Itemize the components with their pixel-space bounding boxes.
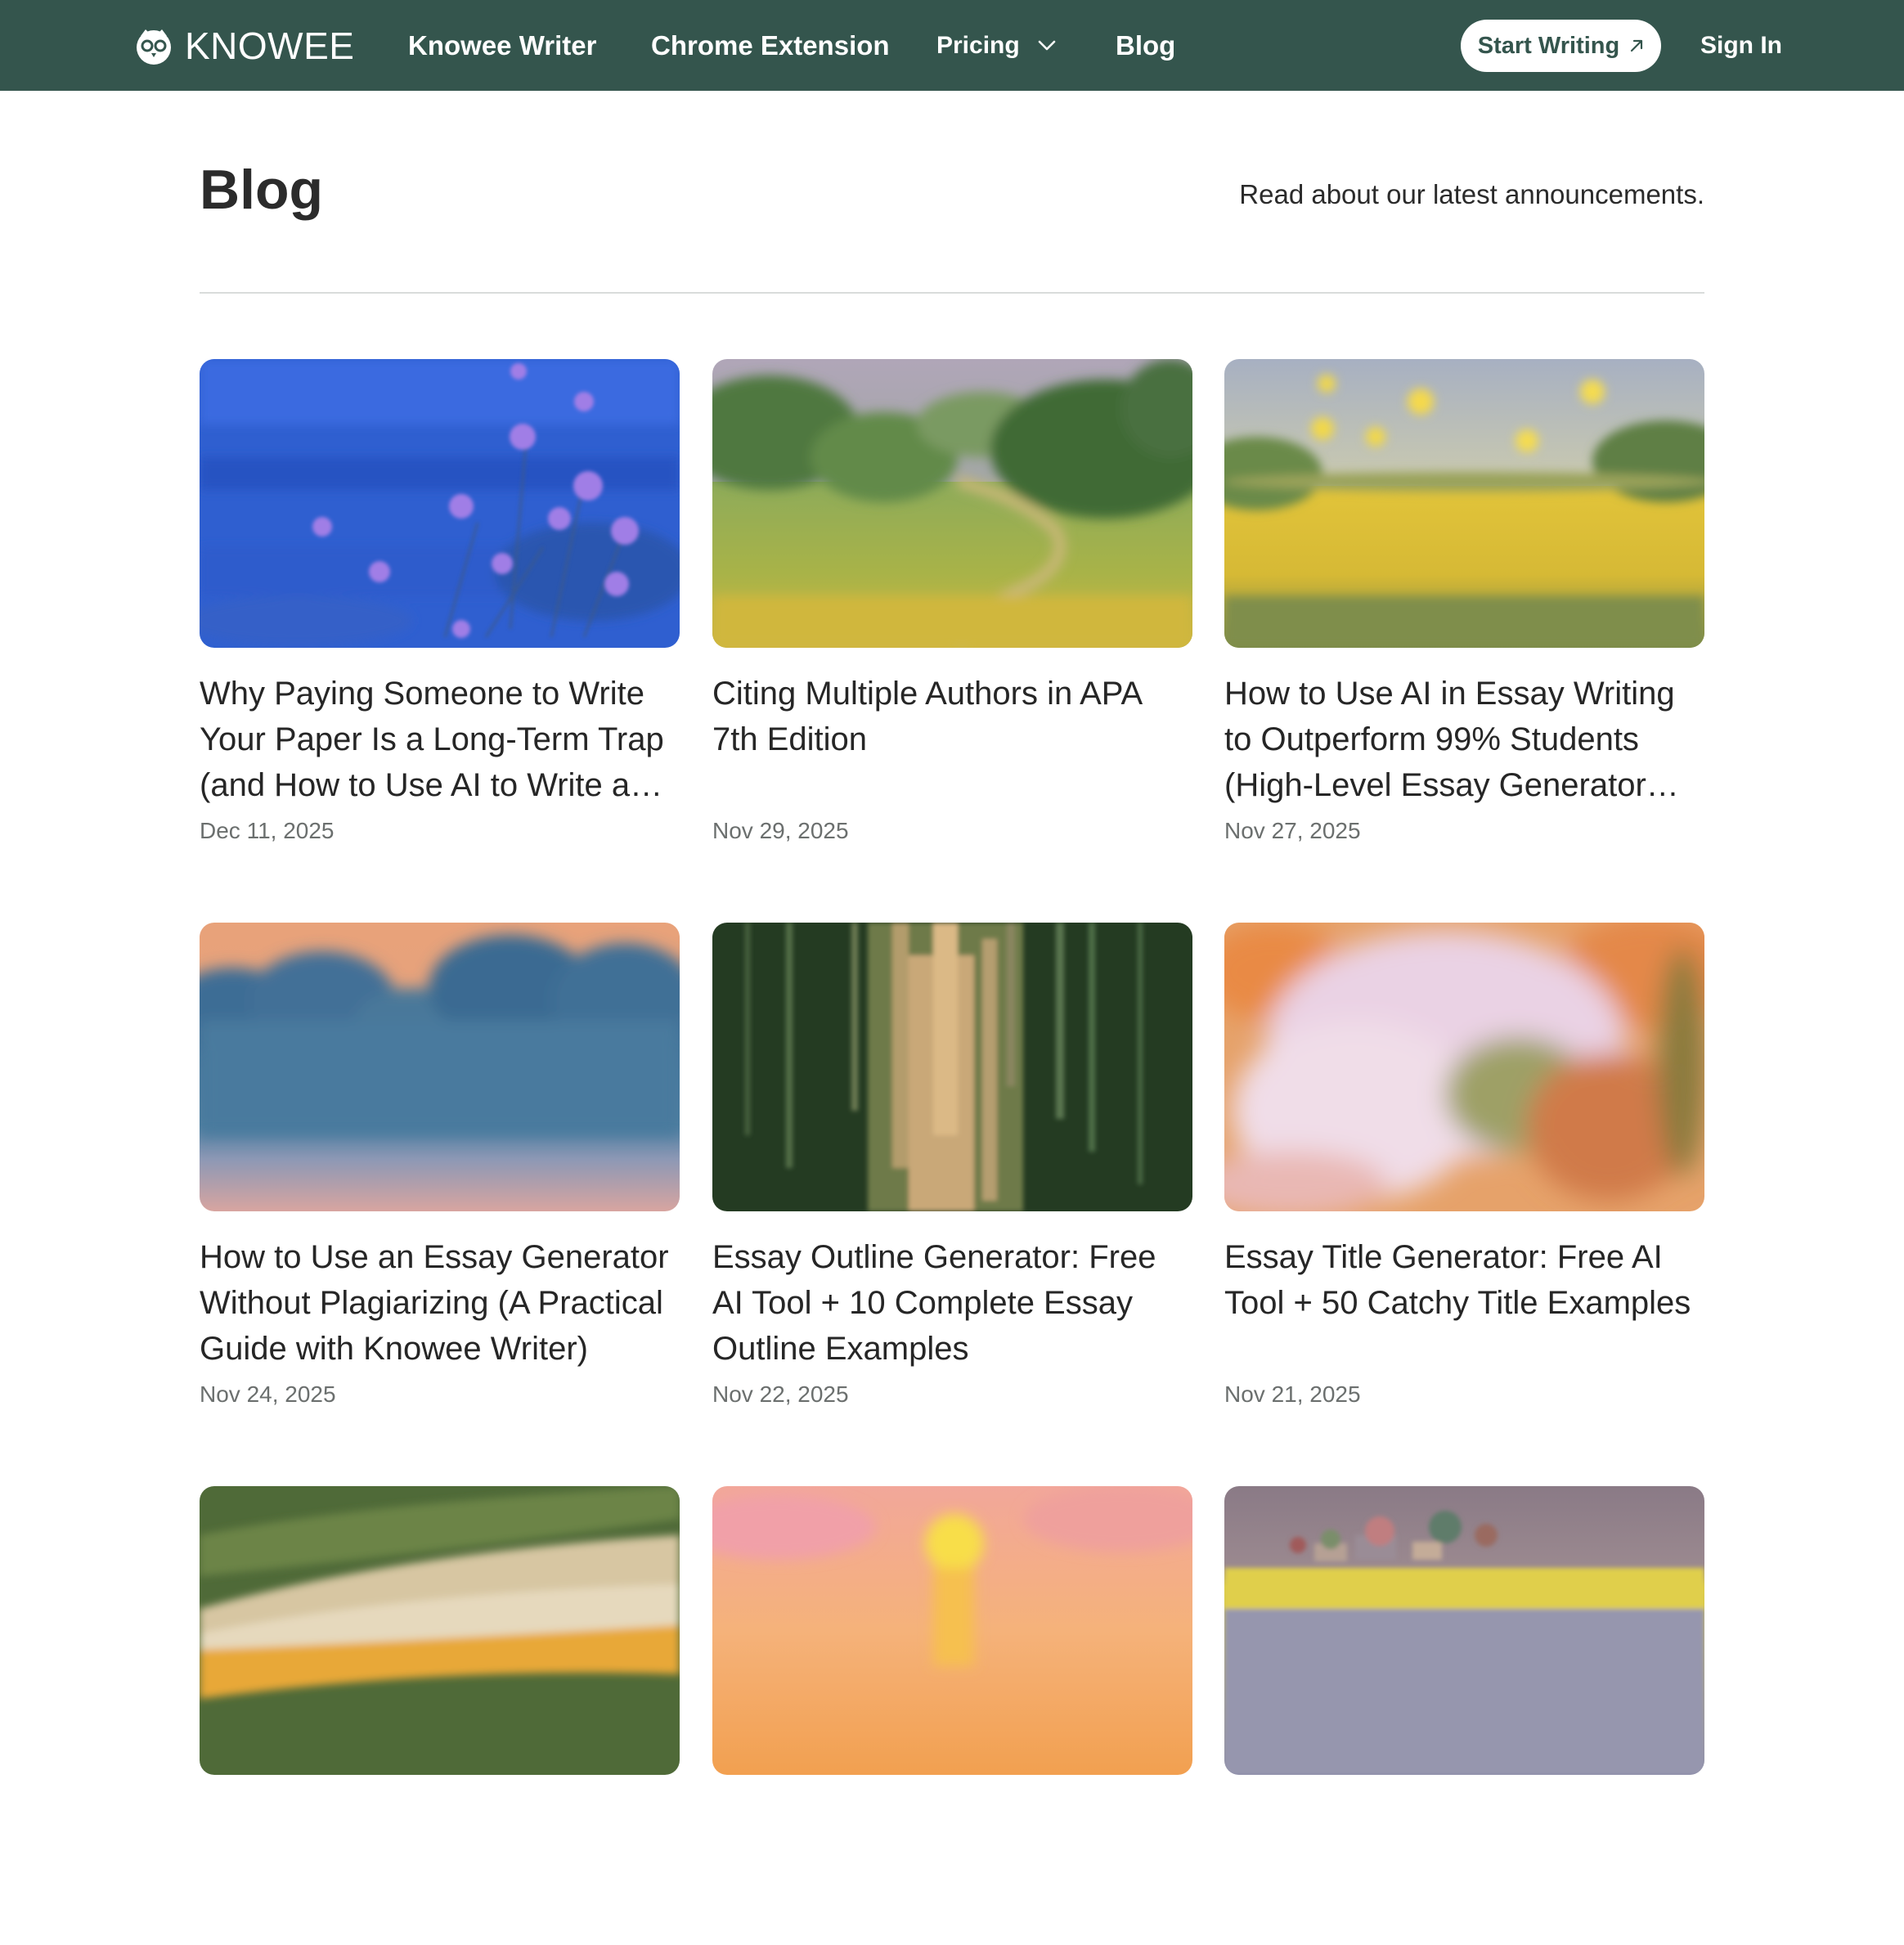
- blog-card[interactable]: Why Paying Someone to Write Your Paper I…: [200, 359, 680, 844]
- nav-chrome-extension[interactable]: Chrome Extension: [651, 0, 890, 91]
- top-navigation-bar: KNOWEE Knowee Writer Chrome Extension Pr…: [0, 0, 1904, 91]
- blog-card[interactable]: [712, 1486, 1192, 1945]
- owl-logo-icon: [134, 26, 173, 65]
- start-writing-label: Start Writing: [1477, 32, 1620, 59]
- nav-label: Pricing: [936, 31, 1020, 59]
- page-title: Blog: [200, 159, 324, 221]
- post-thumbnail[interactable]: [712, 359, 1192, 648]
- post-title[interactable]: [1224, 1798, 1704, 1935]
- sign-in-link[interactable]: Sign In: [1700, 0, 1782, 91]
- post-thumbnail[interactable]: [200, 1486, 680, 1775]
- nav-label: Blog: [1116, 29, 1176, 61]
- brand-logo[interactable]: KNOWEE: [134, 0, 354, 91]
- post-thumbnail[interactable]: [1224, 1486, 1704, 1775]
- post-thumbnail[interactable]: [1224, 359, 1704, 648]
- post-title[interactable]: Why Paying Someone to Write Your Paper I…: [200, 671, 680, 808]
- post-date: Nov 21, 2025: [1224, 1381, 1361, 1407]
- nav-label: Chrome Extension: [651, 29, 890, 61]
- post-date: Nov 24, 2025: [200, 1381, 336, 1407]
- divider: [200, 292, 1704, 294]
- blog-card[interactable]: [200, 1486, 680, 1945]
- post-date: Dec 11, 2025: [200, 818, 335, 843]
- page-subtitle: Read about our latest announcements.: [1239, 179, 1704, 209]
- post-title[interactable]: How to Use an Essay Generator Without Pl…: [200, 1234, 680, 1372]
- post-thumbnail[interactable]: [200, 359, 680, 648]
- post-title[interactable]: How to Use AI in Essay Writing to Outper…: [1224, 671, 1704, 808]
- post-title[interactable]: Citing Multiple Authors in APA 7th Editi…: [712, 671, 1192, 808]
- post-thumbnail[interactable]: [712, 923, 1192, 1211]
- nav-pricing-dropdown[interactable]: Pricing: [936, 0, 1056, 91]
- post-title[interactable]: Essay Title Generator: Free AI Tool + 50…: [1224, 1234, 1704, 1372]
- blog-card[interactable]: How to Use AI in Essay Writing to Outper…: [1224, 359, 1704, 844]
- post-thumbnail[interactable]: [712, 1486, 1192, 1775]
- post-title[interactable]: [200, 1798, 680, 1935]
- post-title[interactable]: Essay Outline Generator: Free AI Tool + …: [712, 1234, 1192, 1372]
- arrow-up-right-icon: [1629, 33, 1644, 60]
- blog-card[interactable]: Citing Multiple Authors in APA 7th Editi…: [712, 359, 1192, 844]
- blog-card[interactable]: How to Use an Essay Generator Without Pl…: [200, 923, 680, 1408]
- nav-label: Knowee Writer: [408, 29, 597, 61]
- post-title[interactable]: [712, 1798, 1192, 1935]
- post-date: Nov 29, 2025: [712, 818, 849, 843]
- nav-knowee-writer[interactable]: Knowee Writer: [408, 0, 596, 91]
- post-date: Nov 27, 2025: [1224, 818, 1361, 843]
- post-date: Nov 22, 2025: [712, 1381, 849, 1407]
- post-thumbnail[interactable]: [200, 923, 680, 1211]
- sign-in-label: Sign In: [1700, 31, 1782, 59]
- brand-name: KNOWEE: [185, 24, 355, 67]
- chevron-down-icon: [1038, 40, 1056, 52]
- post-thumbnail[interactable]: [1224, 923, 1704, 1211]
- start-writing-button[interactable]: Start Writing: [1461, 20, 1661, 72]
- nav-blog[interactable]: Blog: [1116, 0, 1175, 91]
- blog-card[interactable]: Essay Title Generator: Free AI Tool + 50…: [1224, 923, 1704, 1408]
- blog-card[interactable]: Essay Outline Generator: Free AI Tool + …: [712, 923, 1192, 1408]
- blog-card[interactable]: [1224, 1486, 1704, 1945]
